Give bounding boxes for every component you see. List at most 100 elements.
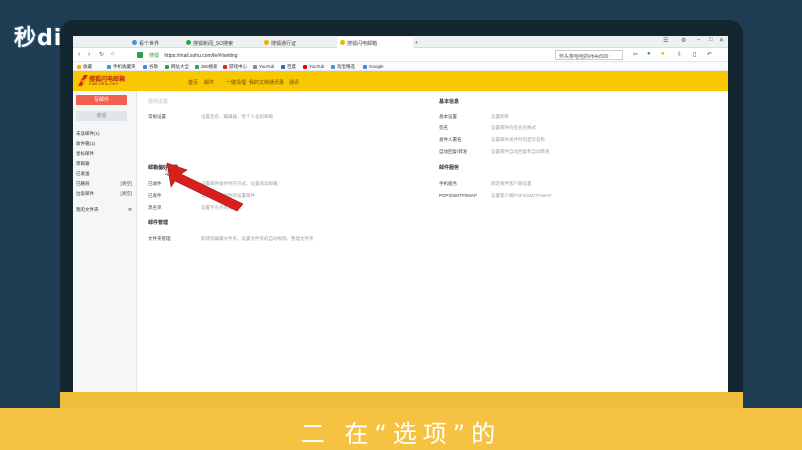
section-title-services: 邮件服务	[439, 165, 460, 171]
settings-link-signature[interactable]: 签名	[439, 125, 448, 131]
phone-icon	[107, 64, 111, 69]
compose-button[interactable]: 写邮件	[76, 95, 127, 105]
menu-icon[interactable]: ☰	[663, 37, 668, 44]
lock-icon	[137, 52, 143, 58]
annotation-arrow-icon	[166, 162, 244, 212]
nav-cleanup[interactable]: 一键清理	[226, 79, 246, 86]
scissors-icon[interactable]: ✂	[633, 51, 638, 58]
site-icon	[165, 64, 169, 69]
settings-desc: 设置客户端POP3/SMTP/IMAP	[491, 193, 552, 198]
bookmark-item[interactable]: Google	[363, 64, 384, 69]
folder-custom[interactable]: 我的文件夹 ⚙	[76, 207, 132, 213]
settings-link-autoreply[interactable]: 自动回复/转发	[439, 149, 467, 155]
google-icon	[363, 64, 367, 69]
empty-trash-link[interactable]: [清空]	[120, 181, 132, 187]
settings-link-pop3[interactable]: POP3/SMTP/IMAP	[439, 193, 477, 198]
receive-button[interactable]: 收信	[76, 111, 127, 121]
tag-icon	[253, 64, 257, 69]
undo-icon[interactable]: ↶	[707, 51, 712, 58]
settings-desc: 新建或编辑文件夹、设置文件夹的自动规则、整理文件夹	[201, 236, 314, 241]
nav-home[interactable]: 首页	[188, 79, 198, 86]
settings-icon[interactable]: ⚙	[681, 37, 686, 44]
tab-bar: 看个世界 搜狐新闻_SO搜索 搜狐通行证 搜狐闪电邮箱 + ☰ ⚙ – □ ✕	[73, 36, 728, 48]
baidu-icon	[281, 64, 285, 69]
folder-settings-icon[interactable]: ⚙	[128, 207, 132, 213]
nav-mail[interactable]: 邮件	[204, 79, 214, 86]
address-bar: ‹ › ↻ ⌂ 搜狐 https://mail.sohu.com/fe/#/se…	[73, 48, 728, 62]
close-icon[interactable]: ✕	[719, 37, 724, 44]
folder-spam[interactable]: 垃圾邮件 [清空]	[76, 191, 132, 197]
settings-desc: 设置邮件的签名的格式	[491, 125, 536, 130]
tab-mail[interactable]: 搜狐闪电邮箱	[337, 37, 413, 48]
bookmark-item[interactable]: YouTub	[303, 64, 324, 69]
bookmark-item[interactable]: 百度	[281, 64, 296, 70]
settings-desc: 设置昵称	[491, 114, 509, 119]
settings-link-mobile[interactable]: 手机服务	[439, 181, 457, 187]
bookmark-item[interactable]: 手机收藏夹	[107, 64, 136, 70]
bookmark-item[interactable]: 游戏中心	[223, 64, 247, 70]
download-icon[interactable]: ⇩	[677, 51, 682, 58]
tab-passport[interactable]: 搜狐通行证	[261, 37, 337, 48]
settings-link-blacklist[interactable]: 黑名单	[148, 205, 162, 211]
star-icon	[77, 64, 81, 69]
mouse-cursor-icon	[165, 169, 170, 176]
sohu-mail-logo[interactable]: 搜狐闪电邮箱 mail.sohu.com	[78, 74, 126, 88]
settings-desc: 设置邮件发件时的显示名称	[491, 137, 545, 142]
settings-link-receive[interactable]: 已收件	[148, 181, 162, 187]
bookmark-item[interactable]: 淘宝精选	[331, 64, 355, 70]
shield-icon[interactable]: ●	[661, 51, 665, 57]
browser-search-input[interactable]: 怀头条哈哈的#b4e500	[555, 50, 623, 60]
folder-inbox[interactable]: 收件箱(1)	[76, 141, 132, 147]
bookmark-item[interactable]: 谷歌	[143, 64, 158, 70]
folder-sent[interactable]: 已发送	[76, 171, 132, 177]
nav-message[interactable]: 通讯	[289, 79, 299, 86]
forward-icon[interactable]: ›	[88, 51, 90, 58]
back-icon[interactable]: ‹	[78, 51, 80, 58]
browser-window: 看个世界 搜狐新闻_SO搜索 搜狐通行证 搜狐闪电邮箱 + ☰ ⚙ – □ ✕ …	[73, 36, 728, 392]
bookmark-item[interactable]: 网址大全	[165, 64, 189, 70]
folder-unread[interactable]: 未读邮件(1)	[76, 131, 132, 137]
empty-spam-link[interactable]: [清空]	[120, 191, 132, 197]
folder-starred[interactable]: 星标邮件	[76, 151, 132, 157]
bookmark-item[interactable]: YouTub	[253, 64, 274, 69]
settings-desc: 设置签名、编辑器、等个人化的邮箱	[201, 114, 273, 119]
so-icon	[195, 64, 199, 69]
section-title-basic: 基本信息	[439, 99, 460, 105]
settings-link-sender-name[interactable]: 发件人署名	[439, 137, 462, 143]
settings-desc: 设置邮件自动回复和自动转发	[491, 149, 550, 154]
settings-desc: 绑定邮件客户端设置	[491, 181, 532, 186]
phone-icon[interactable]: ▯	[693, 51, 696, 58]
refresh-icon[interactable]: ↻	[99, 51, 104, 58]
video-subtitle: 二 在“选项”的	[300, 420, 502, 448]
sohu-icon	[264, 40, 269, 45]
bookmarks-bar: 收藏 手机收藏夹 谷歌 网址大全 360搜索 游戏中心 YouTub 百度 Yo…	[73, 62, 728, 71]
mail-sidebar: 写邮件 收信 未读邮件(1) 收件箱(1) 星标邮件 草稿箱 已发送 已删除 [清…	[73, 91, 137, 392]
tab-search[interactable]: 搜狐新闻_SO搜索	[183, 37, 261, 48]
folder-drafts[interactable]: 草稿箱	[76, 161, 132, 167]
nav-docs[interactable]: 我的文档	[249, 79, 269, 86]
minimize-icon[interactable]: –	[697, 37, 700, 43]
settings-link-folders[interactable]: 文件夹管理	[148, 236, 171, 242]
url-field[interactable]: 搜狐 https://mail.sohu.com/fe/#/setting	[135, 50, 543, 60]
sohu-mail-icon	[340, 40, 345, 45]
section-title-manage: 邮件管理	[148, 220, 169, 226]
g-icon	[143, 64, 147, 69]
settings-link-general[interactable]: 常规设置	[148, 114, 166, 120]
bookmark-item[interactable]: 360搜索	[195, 64, 218, 70]
bookmark-item[interactable]: 收藏	[77, 64, 92, 70]
home-icon[interactable]: ⌂	[111, 51, 115, 57]
settings-link-send[interactable]: 已发件	[148, 193, 162, 199]
new-tab-button[interactable]: +	[413, 37, 423, 48]
folder-deleted[interactable]: 已删除 [清空]	[76, 181, 132, 187]
flash-logo-icon	[78, 75, 88, 86]
game-icon	[223, 64, 227, 69]
page-title: 常规设置	[148, 99, 169, 105]
extension-icon[interactable]: ●	[647, 51, 651, 57]
taobao-icon	[331, 64, 335, 69]
maximize-icon[interactable]: □	[709, 37, 713, 43]
nav-contacts[interactable]: 通讯录	[269, 79, 284, 86]
so-search-icon	[186, 40, 191, 45]
tab-news[interactable]: 看个世界	[129, 37, 183, 48]
youtube-icon	[303, 64, 307, 69]
settings-link-basic[interactable]: 基本设置	[439, 114, 457, 120]
